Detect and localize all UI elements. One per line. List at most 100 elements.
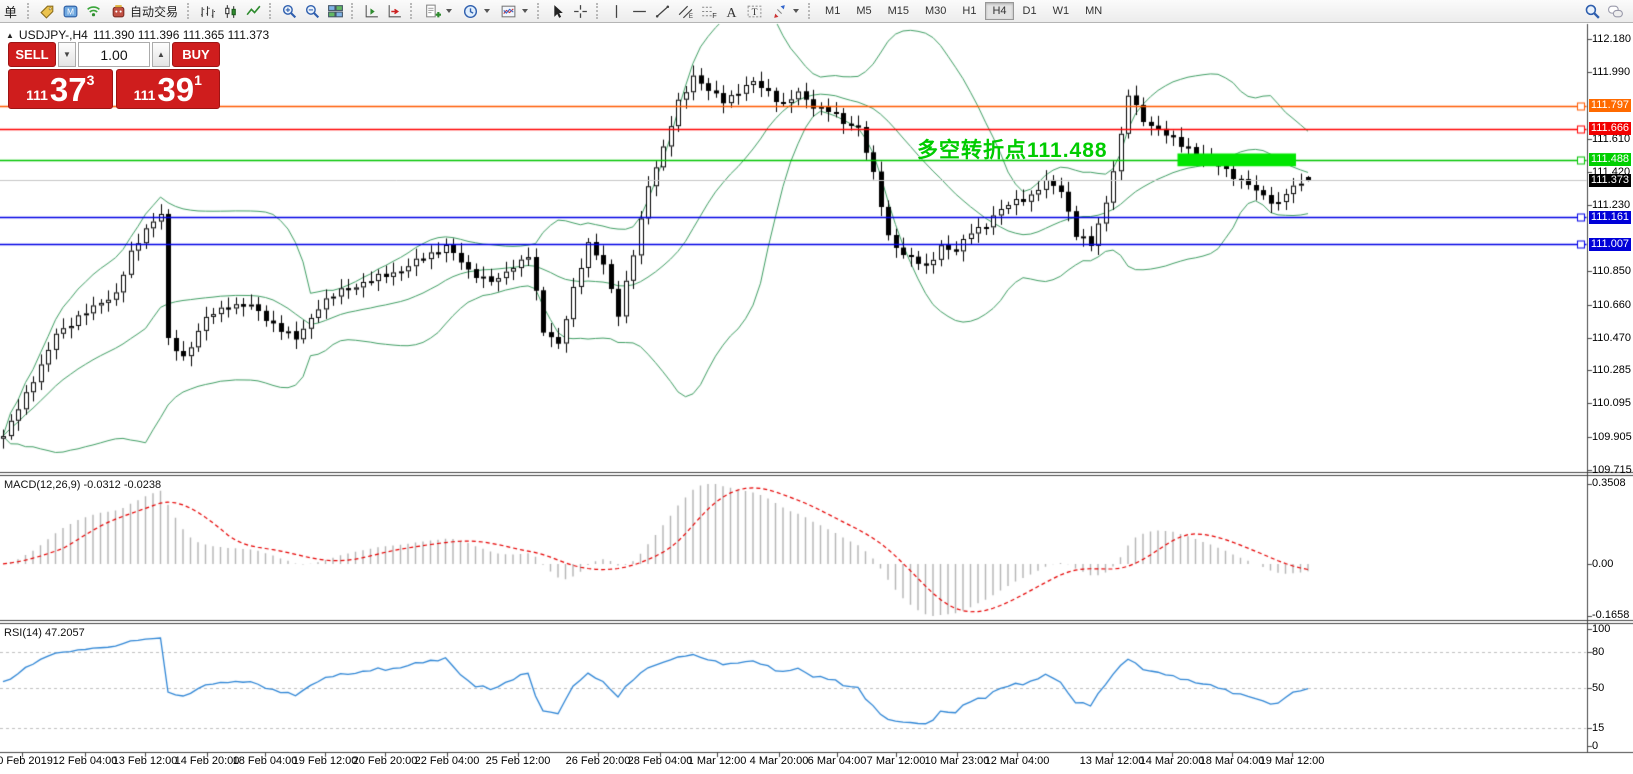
- chart-shift-icon: [363, 3, 380, 20]
- sell-price-box[interactable]: 111 37 3: [8, 69, 113, 109]
- label-button[interactable]: T: [743, 1, 766, 21]
- ohlc-label: 111.390 111.396 111.365 111.373: [93, 28, 269, 42]
- templates-icon: [500, 3, 517, 20]
- chart-bars-button[interactable]: [196, 1, 219, 21]
- chevron-down-icon: [793, 9, 799, 13]
- svg-text:E: E: [689, 12, 693, 19]
- svg-text:F: F: [712, 10, 717, 19]
- chart-line-button[interactable]: [242, 1, 265, 21]
- timeframe-w1-button[interactable]: W1: [1046, 2, 1077, 20]
- add-indicator-button[interactable]: [419, 1, 457, 21]
- label-icon: T: [746, 3, 763, 20]
- buy-price-box[interactable]: 111 39 1: [116, 69, 221, 109]
- new-order-icon: [39, 3, 56, 20]
- hline-button[interactable]: [628, 1, 651, 21]
- mt4-window: 单 M 自动交易 E F A T M1M5M15M30H1H4D1W1MN ▲ USDJP…: [0, 0, 1633, 774]
- toolbar-grip: [537, 3, 542, 19]
- tile-windows-icon: [327, 3, 344, 20]
- svg-text:T: T: [752, 7, 758, 18]
- templates-button[interactable]: [495, 1, 533, 21]
- toolbar-grip: [596, 3, 601, 19]
- crosshair-icon: [572, 3, 589, 20]
- volume-decrease-button[interactable]: ▼: [58, 42, 76, 67]
- zoom-in-button[interactable]: [278, 1, 301, 21]
- chat-button[interactable]: [1604, 1, 1627, 21]
- channel-icon: E: [677, 3, 694, 20]
- vline-button[interactable]: [605, 1, 628, 21]
- timeframe-mn-button[interactable]: MN: [1078, 2, 1109, 20]
- buy-button[interactable]: BUY: [172, 42, 220, 67]
- svg-text:M: M: [67, 6, 74, 16]
- sell-price-big: 37: [50, 75, 87, 105]
- timeframe-h4-button[interactable]: H4: [985, 2, 1013, 20]
- trendline-button[interactable]: [651, 1, 674, 21]
- cursor-button[interactable]: [546, 1, 569, 21]
- collapse-chart-icon[interactable]: ▲: [6, 31, 14, 40]
- toolbar-grip: [410, 3, 415, 19]
- text-button[interactable]: A: [720, 1, 743, 21]
- fibonacci-button[interactable]: F: [697, 1, 720, 21]
- hline-icon: [631, 3, 648, 20]
- mql-button[interactable]: M: [59, 1, 82, 21]
- new-order-button[interactable]: [36, 1, 59, 21]
- sell-button[interactable]: SELL: [8, 42, 56, 67]
- crosshair-button[interactable]: [569, 1, 592, 21]
- zoom-out-button[interactable]: [301, 1, 324, 21]
- toolbar-grip: [27, 3, 32, 19]
- text-icon: A: [723, 3, 740, 20]
- add-indicator-icon: [424, 3, 441, 20]
- chevron-down-icon: [484, 9, 490, 13]
- autotrading-label: 自动交易: [130, 3, 178, 20]
- toolbar-grip: [808, 3, 813, 19]
- sell-price-small: 111: [26, 85, 48, 105]
- one-click-trade-panel: SELL ▼ ▲ BUY 111 37 3 111 39 1: [8, 42, 220, 109]
- arrows-button[interactable]: [766, 1, 804, 21]
- toolbar-grip: [269, 3, 274, 19]
- zoom-in-icon: [281, 3, 298, 20]
- chart-line-icon: [245, 3, 262, 20]
- buy-price-big: 39: [157, 75, 194, 105]
- buy-price-small: 111: [134, 85, 156, 105]
- toolbar: 单 M 自动交易 E F A T M1M5M15M30H1H4D1W1MN: [0, 0, 1633, 23]
- signals-icon: [85, 3, 102, 20]
- volume-increase-button[interactable]: ▲: [152, 42, 170, 67]
- mql-icon: M: [62, 3, 79, 20]
- toolbar-grip: [351, 3, 356, 19]
- chevron-down-icon: [522, 9, 528, 13]
- timeframe-d1-button[interactable]: D1: [1016, 2, 1044, 20]
- channel-button[interactable]: E: [674, 1, 697, 21]
- chart-canvas[interactable]: [0, 0, 1633, 774]
- signals-button[interactable]: [82, 1, 105, 21]
- periods-icon: [462, 3, 479, 20]
- trendline-icon: [654, 3, 671, 20]
- volume-input[interactable]: [78, 42, 150, 67]
- symbol-label: USDJPY-,H4: [19, 28, 88, 42]
- svg-text:A: A: [727, 4, 737, 19]
- sell-price-sup: 3: [87, 74, 95, 86]
- fibonacci-icon: F: [700, 3, 717, 20]
- menu-fragment[interactable]: 单: [4, 2, 17, 21]
- chart-candles-button[interactable]: [219, 1, 242, 21]
- periods-button[interactable]: [457, 1, 495, 21]
- timeframe-m1-button[interactable]: M1: [818, 2, 847, 20]
- buy-price-sup: 1: [194, 74, 202, 86]
- vline-icon: [608, 3, 625, 20]
- timeframe-m15-button[interactable]: M15: [881, 2, 916, 20]
- tile-windows-button[interactable]: [324, 1, 347, 21]
- chart-autoscroll-button[interactable]: [383, 1, 406, 21]
- toolbar-grip: [187, 3, 192, 19]
- timeframe-m30-button[interactable]: M30: [918, 2, 953, 20]
- arrows-icon: [771, 3, 788, 20]
- chart-bars-icon: [199, 3, 216, 20]
- timeframe-m5-button[interactable]: M5: [849, 2, 878, 20]
- autotrading-icon: [110, 3, 127, 20]
- autotrading-button[interactable]: 自动交易: [105, 1, 183, 21]
- chart-shift-button[interactable]: [360, 1, 383, 21]
- search-button[interactable]: [1581, 1, 1604, 21]
- chart-title: ▲ USDJPY-,H4 111.390 111.396 111.365 111…: [6, 28, 269, 42]
- cursor-icon: [549, 3, 566, 20]
- chart-candles-icon: [222, 3, 239, 20]
- chart-autoscroll-icon: [386, 3, 403, 20]
- chevron-down-icon: [446, 9, 452, 13]
- timeframe-h1-button[interactable]: H1: [955, 2, 983, 20]
